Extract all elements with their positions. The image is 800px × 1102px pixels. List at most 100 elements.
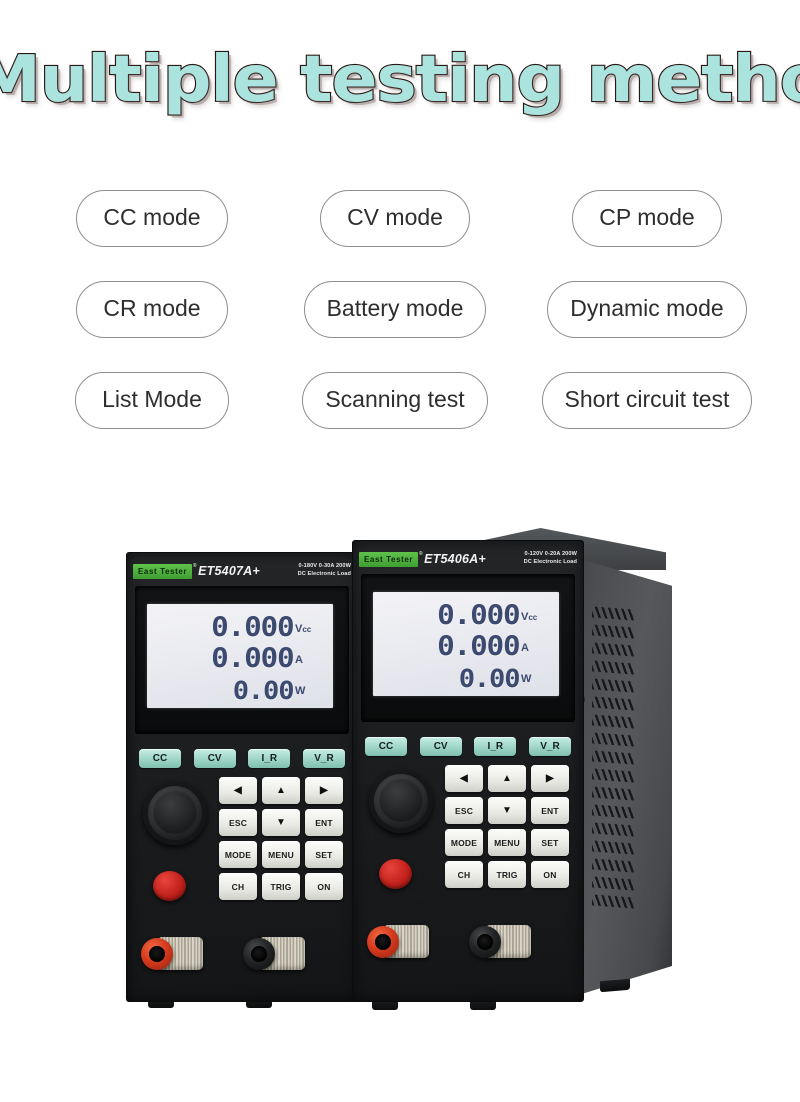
page-title: Multiple testing methods bbox=[0, 43, 800, 117]
lcd-voltage-value: 0.000 bbox=[436, 600, 520, 632]
mode-pill-cc[interactable]: CC mode bbox=[76, 190, 228, 247]
cv-button[interactable]: CV bbox=[193, 749, 236, 768]
lcd-voltage-row: 0.000 Vcc bbox=[379, 598, 551, 632]
lcd-current-unit: A bbox=[521, 642, 529, 655]
device-unit-et5407a: East Tester ® ET5407A+ 0-180V 0-30A 200W… bbox=[126, 552, 358, 1002]
mode-row-3: List Mode Scanning test Short circuit te… bbox=[34, 372, 774, 429]
negative-binding-post[interactable] bbox=[469, 925, 531, 959]
device-spec-label: 0-180V 0-30A 200W DC Electronic Load bbox=[298, 563, 351, 578]
brand-name: East Tester bbox=[138, 566, 188, 576]
arrow-down-key[interactable]: ▼ bbox=[262, 809, 300, 836]
brand-name: East Tester bbox=[364, 554, 414, 564]
rotary-encoder-knob[interactable] bbox=[143, 781, 207, 845]
mode-row-2: CR mode Battery mode Dynamic mode bbox=[34, 281, 774, 338]
mode-cell: Dynamic mode bbox=[520, 281, 774, 338]
mode-cell: CR mode bbox=[34, 281, 270, 338]
spec-line-2: DC Electronic Load bbox=[523, 559, 577, 565]
binding-post-ring bbox=[141, 938, 173, 970]
mode-pill-short-circuit[interactable]: Short circuit test bbox=[541, 372, 753, 429]
device-brand-strip: East Tester ® ET5407A+ 0-180V 0-30A 200W… bbox=[133, 559, 351, 583]
arrow-up-key[interactable]: ▲ bbox=[488, 765, 526, 792]
mode-pill-dynamic[interactable]: Dynamic mode bbox=[547, 281, 747, 338]
mode-key[interactable]: MODE bbox=[445, 829, 483, 856]
lcd-current-unit: A bbox=[295, 654, 303, 667]
east-tester-logo: East Tester ® bbox=[133, 563, 196, 579]
ch-key[interactable]: CH bbox=[445, 861, 483, 888]
cc-button[interactable]: CC bbox=[365, 737, 407, 756]
mode-cell: CV mode bbox=[270, 190, 520, 247]
arrow-right-key[interactable]: ▶ bbox=[531, 765, 569, 792]
spec-line-1: 0-120V 0-20A 200W bbox=[524, 551, 577, 558]
esc-key[interactable]: ESC bbox=[219, 809, 257, 836]
arrow-right-key[interactable]: ▶ bbox=[305, 777, 343, 804]
arrow-left-key[interactable]: ◀ bbox=[445, 765, 483, 792]
device-model-label: ET5406A+ bbox=[424, 552, 486, 566]
vr-button[interactable]: V_R bbox=[302, 749, 345, 768]
device-model-label: ET5407A+ bbox=[198, 564, 260, 578]
positive-binding-post[interactable] bbox=[141, 937, 203, 971]
menu-key[interactable]: MENU bbox=[488, 829, 526, 856]
binding-post-ring bbox=[469, 926, 501, 958]
negative-binding-post[interactable] bbox=[243, 937, 305, 971]
set-key[interactable]: SET bbox=[305, 841, 343, 868]
set-key[interactable]: SET bbox=[531, 829, 569, 856]
power-button[interactable] bbox=[153, 871, 186, 901]
positive-binding-post[interactable] bbox=[367, 925, 429, 959]
vr-button[interactable]: V_R bbox=[528, 737, 571, 756]
mode-cell: CC mode bbox=[34, 190, 270, 247]
lcd-power-unit: W bbox=[521, 673, 532, 686]
mode-pill-cv[interactable]: CV mode bbox=[320, 190, 470, 247]
arrow-left-key[interactable]: ◀ bbox=[219, 777, 257, 804]
mode-cell: Short circuit test bbox=[520, 372, 774, 429]
rotary-encoder-knob[interactable] bbox=[369, 769, 433, 833]
mode-pill-list[interactable]: List Mode bbox=[75, 372, 229, 429]
arrow-down-key[interactable]: ▼ bbox=[488, 797, 526, 824]
mode-cell: Battery mode bbox=[270, 281, 520, 338]
on-key[interactable]: ON bbox=[305, 873, 343, 900]
mode-cell: CP mode bbox=[520, 190, 774, 247]
mode-pill-battery[interactable]: Battery mode bbox=[303, 281, 487, 338]
lcd-bezel: 0.000 Vcc 0.000 A 0.00 W bbox=[135, 586, 349, 734]
mode-cell: Scanning test bbox=[270, 372, 520, 429]
trig-key[interactable]: TRIG bbox=[262, 873, 300, 900]
lcd-screen: 0.000 Vcc 0.000 A 0.00 W bbox=[147, 604, 333, 708]
rubber-foot bbox=[600, 978, 630, 993]
testing-modes-grid: CC mode CV mode CP mode CR mode Battery … bbox=[34, 190, 774, 429]
function-button-row: CC CV I_R V_R bbox=[365, 737, 571, 756]
lcd-current-value: 0.000 bbox=[210, 643, 294, 675]
registered-mark-icon: ® bbox=[192, 562, 198, 569]
esc-key[interactable]: ESC bbox=[445, 797, 483, 824]
mode-pill-scanning[interactable]: Scanning test bbox=[302, 372, 488, 429]
ent-key[interactable]: ENT bbox=[531, 797, 569, 824]
page-title-container: Multiple testing methods bbox=[0, 43, 800, 117]
arrow-up-key[interactable]: ▲ bbox=[262, 777, 300, 804]
ent-key[interactable]: ENT bbox=[305, 809, 343, 836]
device-unit-et5406a: East Tester ® ET5406A+ 0-120V 0-20A 200W… bbox=[352, 540, 584, 1002]
on-key[interactable]: ON bbox=[531, 861, 569, 888]
ir-button[interactable]: I_R bbox=[248, 749, 291, 768]
lcd-voltage-unit: Vcc bbox=[295, 623, 312, 636]
function-button-row: CC CV I_R V_R bbox=[139, 749, 345, 768]
lcd-current-value: 0.000 bbox=[436, 631, 520, 663]
mode-pill-cp[interactable]: CP mode bbox=[572, 190, 722, 247]
lcd-voltage-value: 0.000 bbox=[210, 612, 294, 644]
power-button[interactable] bbox=[379, 859, 412, 889]
cv-button[interactable]: CV bbox=[419, 737, 462, 756]
device-spec-label: 0-120V 0-20A 200W DC Electronic Load bbox=[524, 551, 577, 566]
cc-button[interactable]: CC bbox=[139, 749, 181, 768]
lcd-current-row: 0.000 A bbox=[379, 629, 551, 663]
lcd-power-row: 0.00 W bbox=[379, 660, 551, 694]
ir-button[interactable]: I_R bbox=[474, 737, 517, 756]
mode-pill-cr[interactable]: CR mode bbox=[76, 281, 228, 338]
product-photo: East Tester ® ET5407A+ 0-180V 0-30A 200W… bbox=[0, 510, 800, 1070]
binding-post-ring bbox=[367, 926, 399, 958]
registered-mark-icon: ® bbox=[418, 550, 424, 557]
ventilation-slots-icon bbox=[592, 606, 634, 939]
menu-key[interactable]: MENU bbox=[262, 841, 300, 868]
ch-key[interactable]: CH bbox=[219, 873, 257, 900]
mode-row-1: CC mode CV mode CP mode bbox=[34, 190, 774, 247]
lcd-power-value: 0.00 bbox=[458, 664, 520, 694]
trig-key[interactable]: TRIG bbox=[488, 861, 526, 888]
lcd-current-row: 0.000 A bbox=[153, 641, 325, 675]
mode-key[interactable]: MODE bbox=[219, 841, 257, 868]
